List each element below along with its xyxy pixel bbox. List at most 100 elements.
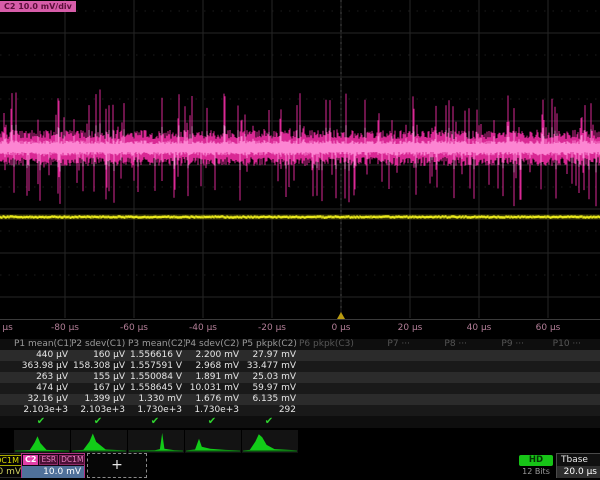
measure-value: 1.558645 V — [128, 383, 185, 394]
measure-table-row: 440 µV160 µV1.556616 V2.200 mV27.97 mV — [0, 350, 600, 361]
measure-header[interactable]: P6 pkpk(C3) — [299, 339, 356, 350]
measure-value — [470, 350, 527, 361]
measure-histicon[interactable] — [71, 430, 127, 453]
oscilloscope-screen: C2 10.0 mV/div -100 µs-80 µs-60 µs-40 µs… — [0, 0, 600, 480]
time-axis-label: 0 µs — [331, 323, 350, 333]
measure-status-check: ✔ — [185, 416, 242, 428]
hd-mode-badge[interactable]: HD — [519, 455, 553, 466]
measure-value — [584, 350, 600, 361]
time-axis-label: -100 µs — [0, 323, 13, 333]
measure-value: 1.556616 V — [128, 350, 185, 361]
measure-value: 1.557591 V — [128, 361, 185, 372]
measure-status-check — [470, 416, 527, 428]
measure-value: 1.730e+3 — [185, 405, 242, 416]
measure-table-row: ✔✔✔✔✔ — [0, 416, 600, 428]
graticule: C2 10.0 mV/div — [0, 0, 600, 335]
measure-value — [413, 372, 470, 383]
time-axis-label: 60 µs — [536, 323, 561, 333]
measure-value: 59.97 mV — [242, 383, 299, 394]
measure-value — [356, 394, 413, 405]
measure-header[interactable]: P5 pkpk(C2) — [242, 339, 299, 350]
measure-status-check — [413, 416, 470, 428]
measure-value — [584, 383, 600, 394]
measure-value — [584, 405, 600, 416]
measure-header[interactable]: P4 sdev(C2) — [185, 339, 242, 350]
measure-value: 27.97 mV — [242, 350, 299, 361]
measure-value — [299, 361, 356, 372]
measure-value — [527, 361, 584, 372]
measure-histicon[interactable] — [185, 430, 241, 453]
measure-table-row: 474 µV167 µV1.558645 V10.031 mV59.97 mV — [0, 383, 600, 394]
measure-value — [356, 372, 413, 383]
timebase-title: Tbase — [557, 454, 600, 466]
measure-value — [527, 394, 584, 405]
measure-value — [527, 372, 584, 383]
measure-header[interactable]: P2 sdev(C1) — [71, 339, 128, 350]
measure-value: 1.730e+3 — [128, 405, 185, 416]
measure-status-check: ✔ — [14, 416, 71, 428]
histicon-strip — [0, 430, 600, 453]
measure-header[interactable]: P7 ··· — [356, 339, 413, 350]
measure-value: 32.16 µV — [14, 394, 71, 405]
measure-value — [413, 405, 470, 416]
measure-value — [413, 361, 470, 372]
measure-value — [356, 405, 413, 416]
measure-table-row: 2.103e+32.103e+31.730e+31.730e+3292 — [0, 405, 600, 416]
measure-value: 6.135 mV — [242, 394, 299, 405]
measure-header[interactable]: P11 ··· — [584, 339, 600, 350]
measure-table-row: P1 mean(C1)P2 sdev(C1)P3 mean(C2)P4 sdev… — [0, 339, 600, 350]
trace-label-badge: C2 10.0 mV/div — [0, 1, 76, 12]
measure-header[interactable]: P8 ··· — [413, 339, 470, 350]
measure-value — [584, 394, 600, 405]
channel-c2-descriptor[interactable]: C2 ESR DC1M 10.0 mV — [21, 453, 85, 478]
c2-volts-per-div: 10.0 mV — [22, 466, 84, 478]
timebase-descriptor[interactable]: Tbase 20.0 µs — [556, 453, 600, 478]
measure-status-check: ✔ — [128, 416, 185, 428]
measure-value: 160 µV — [71, 350, 128, 361]
measure-value: 167 µV — [71, 383, 128, 394]
measure-header[interactable]: P9 ··· — [470, 339, 527, 350]
measure-histicon[interactable] — [128, 430, 184, 453]
measure-value — [413, 394, 470, 405]
c2-coupling-badge: DC1M — [59, 455, 85, 465]
measure-histicon[interactable] — [14, 430, 70, 453]
measure-value — [470, 405, 527, 416]
measure-value: 155 µV — [71, 372, 128, 383]
measure-value: 2.103e+3 — [71, 405, 128, 416]
measure-value — [584, 361, 600, 372]
time-axis-label: -40 µs — [189, 323, 217, 333]
measure-value — [470, 361, 527, 372]
measure-value: 2.103e+3 — [14, 405, 71, 416]
measure-value: 474 µV — [14, 383, 71, 394]
measure-value: 1.399 µV — [71, 394, 128, 405]
time-axis-label: -60 µs — [120, 323, 148, 333]
measure-value: 440 µV — [14, 350, 71, 361]
measure-header[interactable]: P1 mean(C1) — [14, 339, 71, 350]
measure-value — [584, 372, 600, 383]
measure-value: 158.308 µV — [71, 361, 128, 372]
measure-status-check — [527, 416, 584, 428]
measure-value — [413, 350, 470, 361]
measure-value: 263 µV — [14, 372, 71, 383]
measure-value — [470, 394, 527, 405]
measure-header[interactable]: P10 ··· — [527, 339, 584, 350]
measure-value — [470, 372, 527, 383]
measure-value — [413, 383, 470, 394]
measure-table-row: 32.16 µV1.399 µV1.330 mV1.676 mV6.135 mV — [0, 394, 600, 405]
waveform-traces — [0, 0, 600, 335]
measure-value — [299, 394, 356, 405]
measurement-table: P1 mean(C1)P2 sdev(C1)P3 mean(C2)P4 sdev… — [0, 339, 600, 428]
measure-value — [299, 383, 356, 394]
measure-status-check: ✔ — [71, 416, 128, 428]
measure-table-row: 263 µV155 µV1.550084 V1.891 mV25.03 mV — [0, 372, 600, 383]
measure-value: 292 — [242, 405, 299, 416]
c1-coupling-badge: DC1M — [0, 455, 22, 466]
measure-header[interactable]: P3 mean(C2) — [128, 339, 185, 350]
measure-status-check — [299, 416, 356, 428]
trigger-position-marker[interactable] — [337, 312, 345, 319]
time-axis-label: -20 µs — [258, 323, 286, 333]
add-trace-button[interactable]: + — [87, 453, 147, 478]
measure-histicon[interactable] — [242, 430, 298, 453]
measure-value: 10.031 mV — [185, 383, 242, 394]
time-axis: -100 µs-80 µs-60 µs-40 µs-20 µs0 µs20 µs… — [0, 319, 600, 336]
